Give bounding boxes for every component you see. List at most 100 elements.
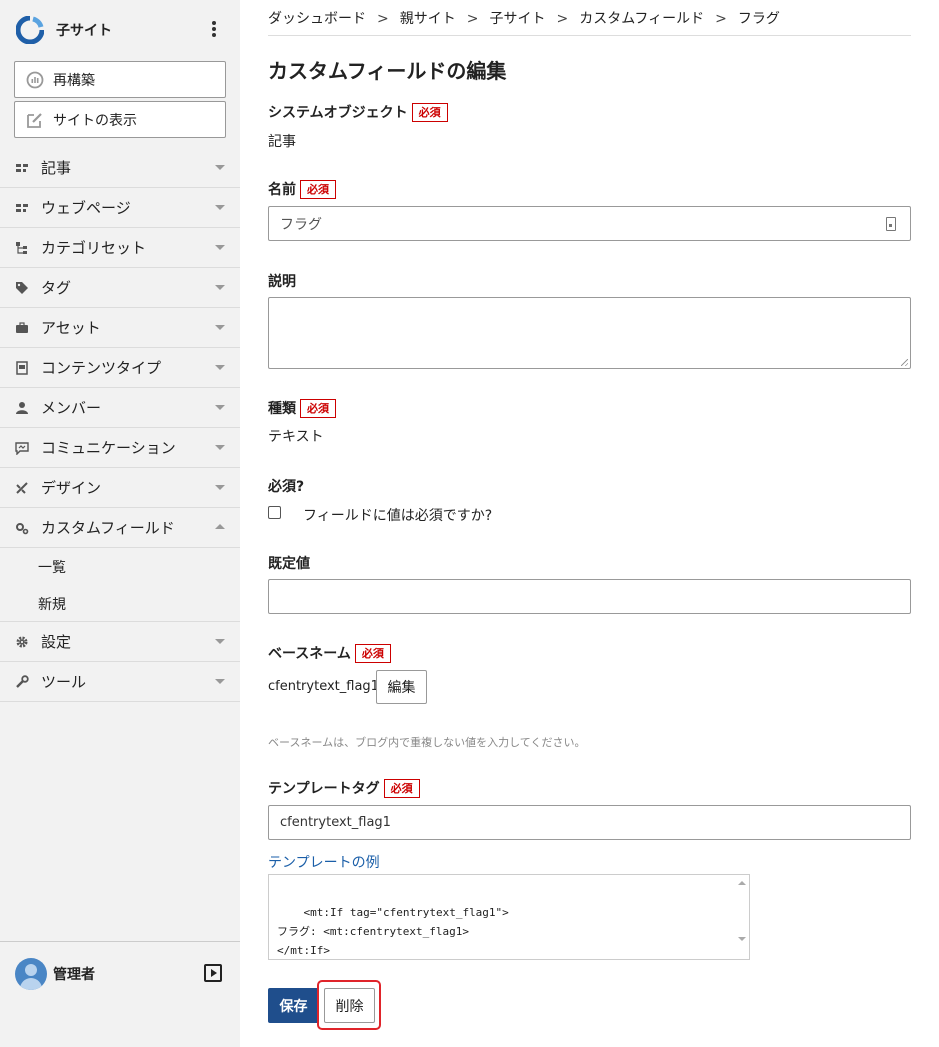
pages-icon xyxy=(16,204,28,212)
breadcrumb: ダッシュボード > 親サイト > 子サイト > カスタムフィールド > フラグ xyxy=(268,8,911,36)
field-label: システムオブジェクト xyxy=(268,105,408,121)
breadcrumb-separator: > xyxy=(466,11,479,27)
sidebar: 子サイト 再構築 サイトの表示 記事 ウェブページ カテゴリセット タグ アセッ… xyxy=(0,0,240,1047)
field-label: 説明 xyxy=(268,274,296,290)
category-icon xyxy=(16,242,27,254)
sidebar-item-label: カテゴリセット xyxy=(41,239,147,257)
gear-icon xyxy=(16,636,28,648)
name-field-value: フラグ xyxy=(280,216,322,233)
breadcrumb-item[interactable]: カスタムフィールド xyxy=(579,8,704,28)
resize-handle-icon[interactable] xyxy=(901,359,908,366)
chevron-down-icon xyxy=(215,679,225,684)
design-icon xyxy=(16,482,28,494)
breadcrumb-separator: > xyxy=(377,11,389,27)
tag-icon xyxy=(16,282,28,294)
submenu-item-list[interactable]: 一覧 xyxy=(0,548,240,585)
comment-icon xyxy=(15,442,29,455)
chevron-up-icon xyxy=(215,524,225,529)
sidebar-item-pages[interactable]: ウェブページ xyxy=(0,188,240,228)
sidebar-item-members[interactable]: メンバー xyxy=(0,388,240,428)
scroll-up-icon[interactable] xyxy=(738,881,746,885)
template-example-link[interactable]: テンプレートの例 xyxy=(268,852,380,872)
chevron-down-icon xyxy=(215,365,225,370)
sidebar-item-communication[interactable]: コミュニケーション xyxy=(0,428,240,468)
chevron-down-icon xyxy=(215,245,225,250)
sidebar-item-design[interactable]: デザイン xyxy=(0,468,240,508)
basename-edit-button[interactable]: 編集 xyxy=(376,670,427,704)
member-icon xyxy=(16,402,28,414)
chevron-down-icon xyxy=(215,445,225,450)
entries-icon xyxy=(16,164,28,172)
sidebar-item-settings[interactable]: 設定 xyxy=(0,622,240,662)
wrench-icon xyxy=(16,675,29,688)
content-type-icon xyxy=(16,361,28,375)
required-badge: 必須 xyxy=(383,779,420,798)
save-button[interactable]: 保存 xyxy=(268,988,319,1023)
sidebar-item-label: ウェブページ xyxy=(41,199,131,217)
rebuild-button[interactable]: 再構築 xyxy=(14,61,226,98)
system-object-value: 記事 xyxy=(268,134,296,150)
page-title: カスタムフィールドの編集 xyxy=(268,59,507,83)
delete-button[interactable]: 削除 xyxy=(324,988,375,1023)
scroll-down-icon[interactable] xyxy=(738,937,746,941)
breadcrumb-item[interactable]: 子サイト xyxy=(489,8,545,28)
description-textarea[interactable] xyxy=(268,297,911,369)
avatar[interactable] xyxy=(15,958,47,990)
template-tag-field[interactable]: cfentrytext_flag1 xyxy=(268,805,911,840)
sidebar-item-assets[interactable]: アセット xyxy=(0,308,240,348)
required-checkbox[interactable] xyxy=(268,506,281,519)
user-bar: 管理者 xyxy=(0,941,240,1047)
breadcrumb-item[interactable]: ダッシュボード xyxy=(268,8,366,28)
type-value: テキスト xyxy=(268,429,324,445)
sidebar-item-label: 記事 xyxy=(41,159,72,177)
submenu-item-label: 新規 xyxy=(38,597,66,613)
code-scrollbar[interactable] xyxy=(735,875,749,959)
template-tag-label: テンプレートタグ 必須 xyxy=(268,778,420,798)
template-tag-value: cfentrytext_flag1 xyxy=(280,815,391,830)
autofill-icon[interactable] xyxy=(886,217,896,231)
field-label: ベースネーム xyxy=(268,646,351,662)
sidebar-item-entries[interactable]: 記事 xyxy=(0,148,240,188)
sidebar-item-label: コンテンツタイプ xyxy=(41,359,162,377)
default-value-label: 既定値 xyxy=(268,553,310,573)
field-label: 必須? xyxy=(268,479,305,495)
required-badge: 必須 xyxy=(354,644,391,663)
basename-value: cfentrytext_flag1 xyxy=(268,679,379,694)
user-name[interactable]: 管理者 xyxy=(53,964,95,984)
template-example-code[interactable]: <mt:If tag="cfentrytext_flag1"> フラグ: <mt… xyxy=(268,874,750,960)
field-label: 種類 xyxy=(268,401,296,417)
sidebar-item-label: デザイン xyxy=(41,479,102,497)
submenu-item-new[interactable]: 新規 xyxy=(0,585,240,622)
sidebar-item-label: タグ xyxy=(41,279,72,297)
site-name[interactable]: 子サイト xyxy=(56,20,112,40)
field-label: 既定値 xyxy=(268,556,310,572)
required-label: 必須? xyxy=(268,476,304,496)
name-label: 名前 必須 xyxy=(268,179,336,199)
custom-field-icon xyxy=(16,523,29,535)
type-label: 種類 必須 xyxy=(268,398,336,418)
site-header: 子サイト xyxy=(0,0,240,58)
sidebar-item-tools[interactable]: ツール xyxy=(0,662,240,702)
breadcrumb-item[interactable]: 親サイト xyxy=(400,8,456,28)
required-badge: 必須 xyxy=(300,399,336,418)
rebuild-label: 再構築 xyxy=(53,72,95,89)
sidebar-item-custom-fields[interactable]: カスタムフィールド xyxy=(0,508,240,548)
required-badge: 必須 xyxy=(411,103,448,122)
site-logo-icon[interactable] xyxy=(16,16,44,44)
chevron-down-icon xyxy=(215,205,225,210)
sidebar-menu: 記事 ウェブページ カテゴリセット タグ アセット コンテンツタイプ メンバー … xyxy=(0,148,240,702)
expand-panel-icon[interactable] xyxy=(204,964,222,982)
default-value-field[interactable] xyxy=(268,579,911,614)
sidebar-item-tags[interactable]: タグ xyxy=(0,268,240,308)
sidebar-item-label: メンバー xyxy=(41,399,102,417)
system-object-label: システムオブジェクト 必須 xyxy=(268,102,448,122)
field-label: テンプレートタグ xyxy=(268,781,380,797)
sidebar-item-category-sets[interactable]: カテゴリセット xyxy=(0,228,240,268)
name-field[interactable]: フラグ xyxy=(268,206,911,241)
chevron-down-icon xyxy=(215,285,225,290)
kebab-icon[interactable] xyxy=(206,19,222,41)
sidebar-item-content-types[interactable]: コンテンツタイプ xyxy=(0,348,240,388)
field-label: 名前 xyxy=(268,182,296,198)
required-checkbox-label[interactable]: フィールドに値は必須ですか? xyxy=(303,505,492,525)
view-site-button[interactable]: サイトの表示 xyxy=(14,101,226,138)
